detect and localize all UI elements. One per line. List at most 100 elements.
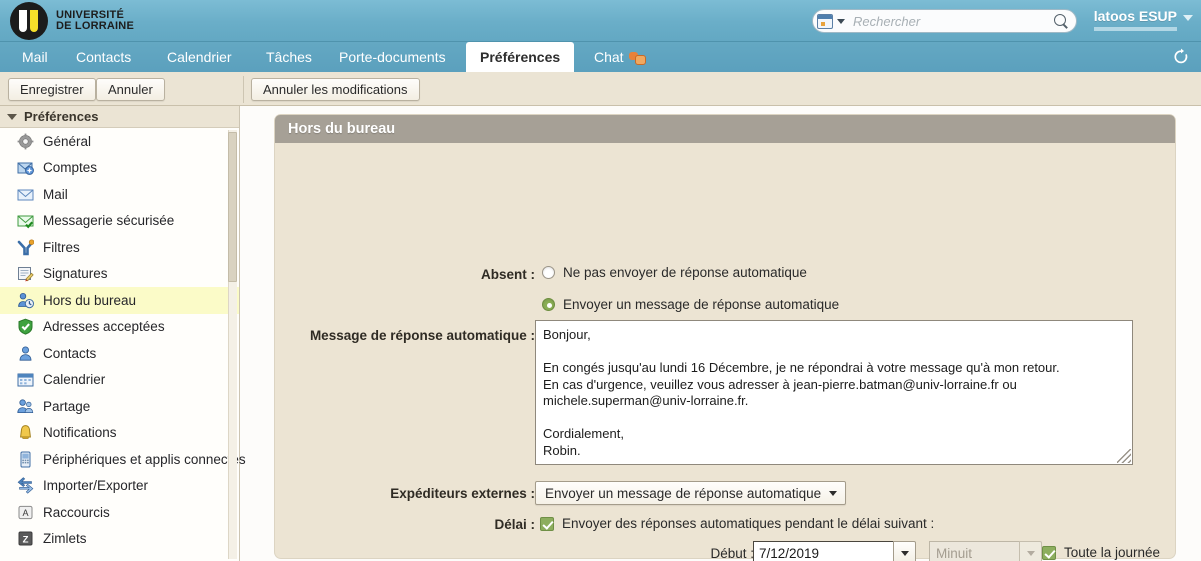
sidebar-item-adresses-acceptees[interactable]: Adresses acceptées [0, 314, 239, 341]
external-senders-label: Expéditeurs externes : [390, 486, 535, 501]
auto-reply-textarea-wrapper[interactable]: Bonjour, En congés jusqu'au lundi 16 Déc… [535, 320, 1133, 465]
sidebar-item-signatures[interactable]: Signatures [0, 261, 239, 288]
sidebar-item-label: Adresses acceptées [43, 319, 165, 335]
chevron-down-icon[interactable] [837, 18, 845, 24]
sidebar-item-calendrier[interactable]: Calendrier [0, 367, 239, 394]
tab-label: Tâches [266, 49, 312, 65]
external-senders-value: Envoyer un message de réponse automatiqu… [545, 485, 822, 501]
brand-bar: UNIVERSITÉ DE LORRAINE latoos ESUP [0, 0, 1201, 42]
sidebar-item-label: Raccourcis [43, 504, 110, 520]
tab-label: Préférences [480, 49, 561, 65]
sidebar-item-label: Messagerie sécurisée [43, 213, 175, 229]
search-box[interactable] [812, 9, 1077, 33]
radio-no-auto-reply[interactable] [542, 266, 555, 279]
shield-icon [17, 318, 34, 335]
sidebar-item-peripheriques[interactable]: Périphériques et applis connectés [0, 446, 246, 473]
sidebar-item-hors-du-bureau[interactable]: Hors du bureau [0, 287, 239, 314]
sidebar-item-label: Zimlets [43, 531, 87, 547]
sidebar-scrollbar-thumb[interactable] [228, 132, 237, 282]
zimlet-icon: Z [17, 530, 34, 547]
sidebar-item-mail[interactable]: Mail [0, 181, 239, 208]
absent-option-label: Envoyer un message de réponse automatiqu… [563, 297, 840, 312]
sidebar-item-filtres[interactable]: Filtres [0, 234, 239, 261]
start-time-value: Minuit [929, 541, 1019, 561]
sidebar-item-label: Périphériques et applis connectés [43, 451, 246, 467]
sidebar-item-raccourcis[interactable]: A Raccourcis [0, 499, 239, 526]
sidebar-item-notifications[interactable]: Notifications [0, 420, 239, 447]
university-lorraine-logo-icon [10, 2, 48, 40]
sidebar-item-partage[interactable]: Partage [0, 393, 239, 420]
start-date-picker-button[interactable] [893, 541, 916, 561]
signature-icon [17, 265, 34, 282]
tab-chat[interactable]: Chat [580, 42, 658, 72]
accounts-icon [17, 159, 34, 176]
sidebar-item-zimlets[interactable]: Z Zimlets [0, 526, 239, 553]
main-content: Hors du bureau Absent : Ne pas envoyer d… [249, 106, 1201, 561]
start-label: Début : [710, 546, 754, 561]
sidebar-item-label: Notifications [43, 425, 117, 441]
all-day-row[interactable]: Toute la journée [1042, 545, 1160, 560]
tab-taches[interactable]: Tâches [252, 42, 326, 72]
chat-icon [628, 51, 646, 65]
action-toolbar: Enregistrer Annuler Annuler les modifica… [0, 72, 1201, 106]
auto-reply-label: Message de réponse automatique : [309, 328, 535, 343]
tab-label: Porte-documents [339, 49, 446, 65]
cancel-button[interactable]: Annuler [96, 78, 165, 101]
tab-label: Contacts [76, 49, 132, 65]
tab-label: Calendrier [167, 49, 232, 65]
search-input[interactable] [845, 12, 1052, 30]
sidebar-item-comptes[interactable]: Comptes [0, 155, 239, 182]
delay-enable-checkbox[interactable] [540, 516, 554, 531]
delay-label: Délai : [494, 517, 535, 532]
radio-send-auto-reply[interactable] [542, 298, 555, 311]
external-senders-select[interactable]: Envoyer un message de réponse automatiqu… [535, 481, 847, 505]
sidebar-item-messagerie-securisee[interactable]: Messagerie sécurisée [0, 208, 239, 235]
sidebar-item-contacts[interactable]: Contacts [0, 340, 239, 367]
user-menu[interactable]: latoos ESUP [1093, 8, 1193, 31]
auto-reply-textarea[interactable]: Bonjour, En congés jusqu'au lundi 16 Déc… [536, 321, 1132, 464]
start-time-dropdown-button [1019, 541, 1042, 561]
preferences-sidebar: Préférences Général Comptes Mail Message… [0, 106, 246, 561]
triangle-down-icon[interactable] [7, 113, 17, 120]
save-button[interactable]: Enregistrer [8, 78, 96, 101]
start-time-field: Minuit [929, 541, 1042, 561]
brand-name: UNIVERSITÉ DE LORRAINE [56, 9, 134, 33]
tab-preferences[interactable]: Préférences [466, 42, 575, 72]
sidebar-item-label: Général [43, 133, 92, 149]
sidebar-item-label: Partage [43, 398, 91, 414]
search-icon[interactable] [1052, 12, 1070, 30]
chevron-down-icon [900, 550, 909, 556]
absent-label: Absent : [481, 267, 535, 282]
undo-changes-button[interactable]: Annuler les modifications [251, 78, 420, 101]
start-date-value[interactable]: 7/12/2019 [753, 541, 893, 561]
brand-logo: UNIVERSITÉ DE LORRAINE [10, 2, 134, 40]
absent-option-no-auto-reply[interactable]: Ne pas envoyer de réponse automatique [542, 265, 807, 280]
calendar-icon [17, 371, 34, 388]
brand-name-line2: DE LORRAINE [56, 20, 134, 32]
delay-enable-label: Envoyer des réponses automatiques pendan… [562, 516, 935, 531]
calendar-icon[interactable] [817, 13, 833, 29]
sidebar-item-label: Comptes [43, 160, 98, 176]
delay-enable-row[interactable]: Envoyer des réponses automatiques pendan… [540, 516, 934, 531]
person-icon [17, 345, 34, 362]
chevron-down-icon[interactable] [1183, 14, 1193, 21]
chevron-down-icon[interactable] [829, 490, 838, 496]
user-name: latoos ESUP [1093, 8, 1177, 31]
all-day-label: Toute la journée [1064, 545, 1161, 560]
tab-porte-documents[interactable]: Porte-documents [325, 42, 460, 72]
absent-option-send-auto-reply[interactable]: Envoyer un message de réponse automatiqu… [542, 297, 839, 312]
app-tab-bar: Mail Contacts Calendrier Tâches Porte-do… [0, 42, 1201, 72]
sidebar-item-label: Signatures [43, 266, 108, 282]
svg-text:Z: Z [23, 535, 29, 546]
refresh-icon[interactable] [1171, 47, 1191, 67]
sidebar-item-importer-exporter[interactable]: Importer/Exporter [0, 473, 239, 500]
tab-label: Chat [594, 49, 624, 65]
all-day-checkbox[interactable] [1042, 545, 1056, 560]
sidebar-item-general[interactable]: Général [0, 128, 239, 155]
sidebar-header-label: Préférences [24, 109, 99, 124]
sidebar-header[interactable]: Préférences [0, 106, 239, 128]
start-date-field[interactable]: 7/12/2019 [753, 541, 916, 561]
tab-contacts[interactable]: Contacts [62, 42, 145, 72]
tab-calendrier[interactable]: Calendrier [153, 42, 246, 72]
tab-mail[interactable]: Mail [8, 42, 62, 72]
